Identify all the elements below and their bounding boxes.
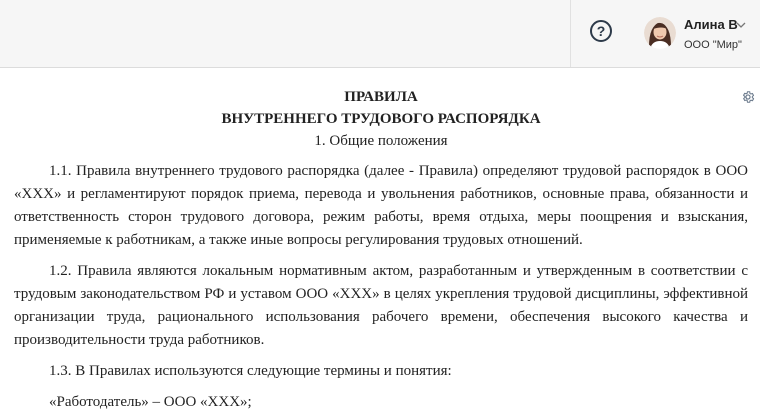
document-subtitle: ВНУТРЕННЕГО ТРУДОВОГО РАСПОРЯДКА [221, 111, 541, 127]
paragraph-1-3: 1.3. В Правилах используются следующие т… [49, 363, 452, 379]
avatar[interactable] [644, 17, 676, 49]
user-name[interactable]: Алина В [684, 17, 738, 32]
header-divider [570, 0, 571, 67]
chevron-down-icon[interactable] [736, 22, 746, 29]
organization-name: ООО "Мир" [684, 39, 742, 51]
document-body: ПРАВИЛА ВНУТРЕННЕГО ТРУДОВОГО РАСПОРЯДКА… [14, 86, 748, 414]
section-heading: 1. Общие положения [314, 133, 448, 149]
paragraph-1-1: 1.1. Правила внутреннего трудового распо… [14, 163, 748, 248]
help-icon[interactable]: ? [590, 20, 612, 42]
paragraph-1-2: 1.2. Правила являются локальным норматив… [14, 263, 748, 348]
document-title: ПРАВИЛА [344, 89, 418, 105]
top-bar: ? Алина В ООО "Мир" [0, 0, 760, 68]
avatar-image [644, 17, 676, 49]
